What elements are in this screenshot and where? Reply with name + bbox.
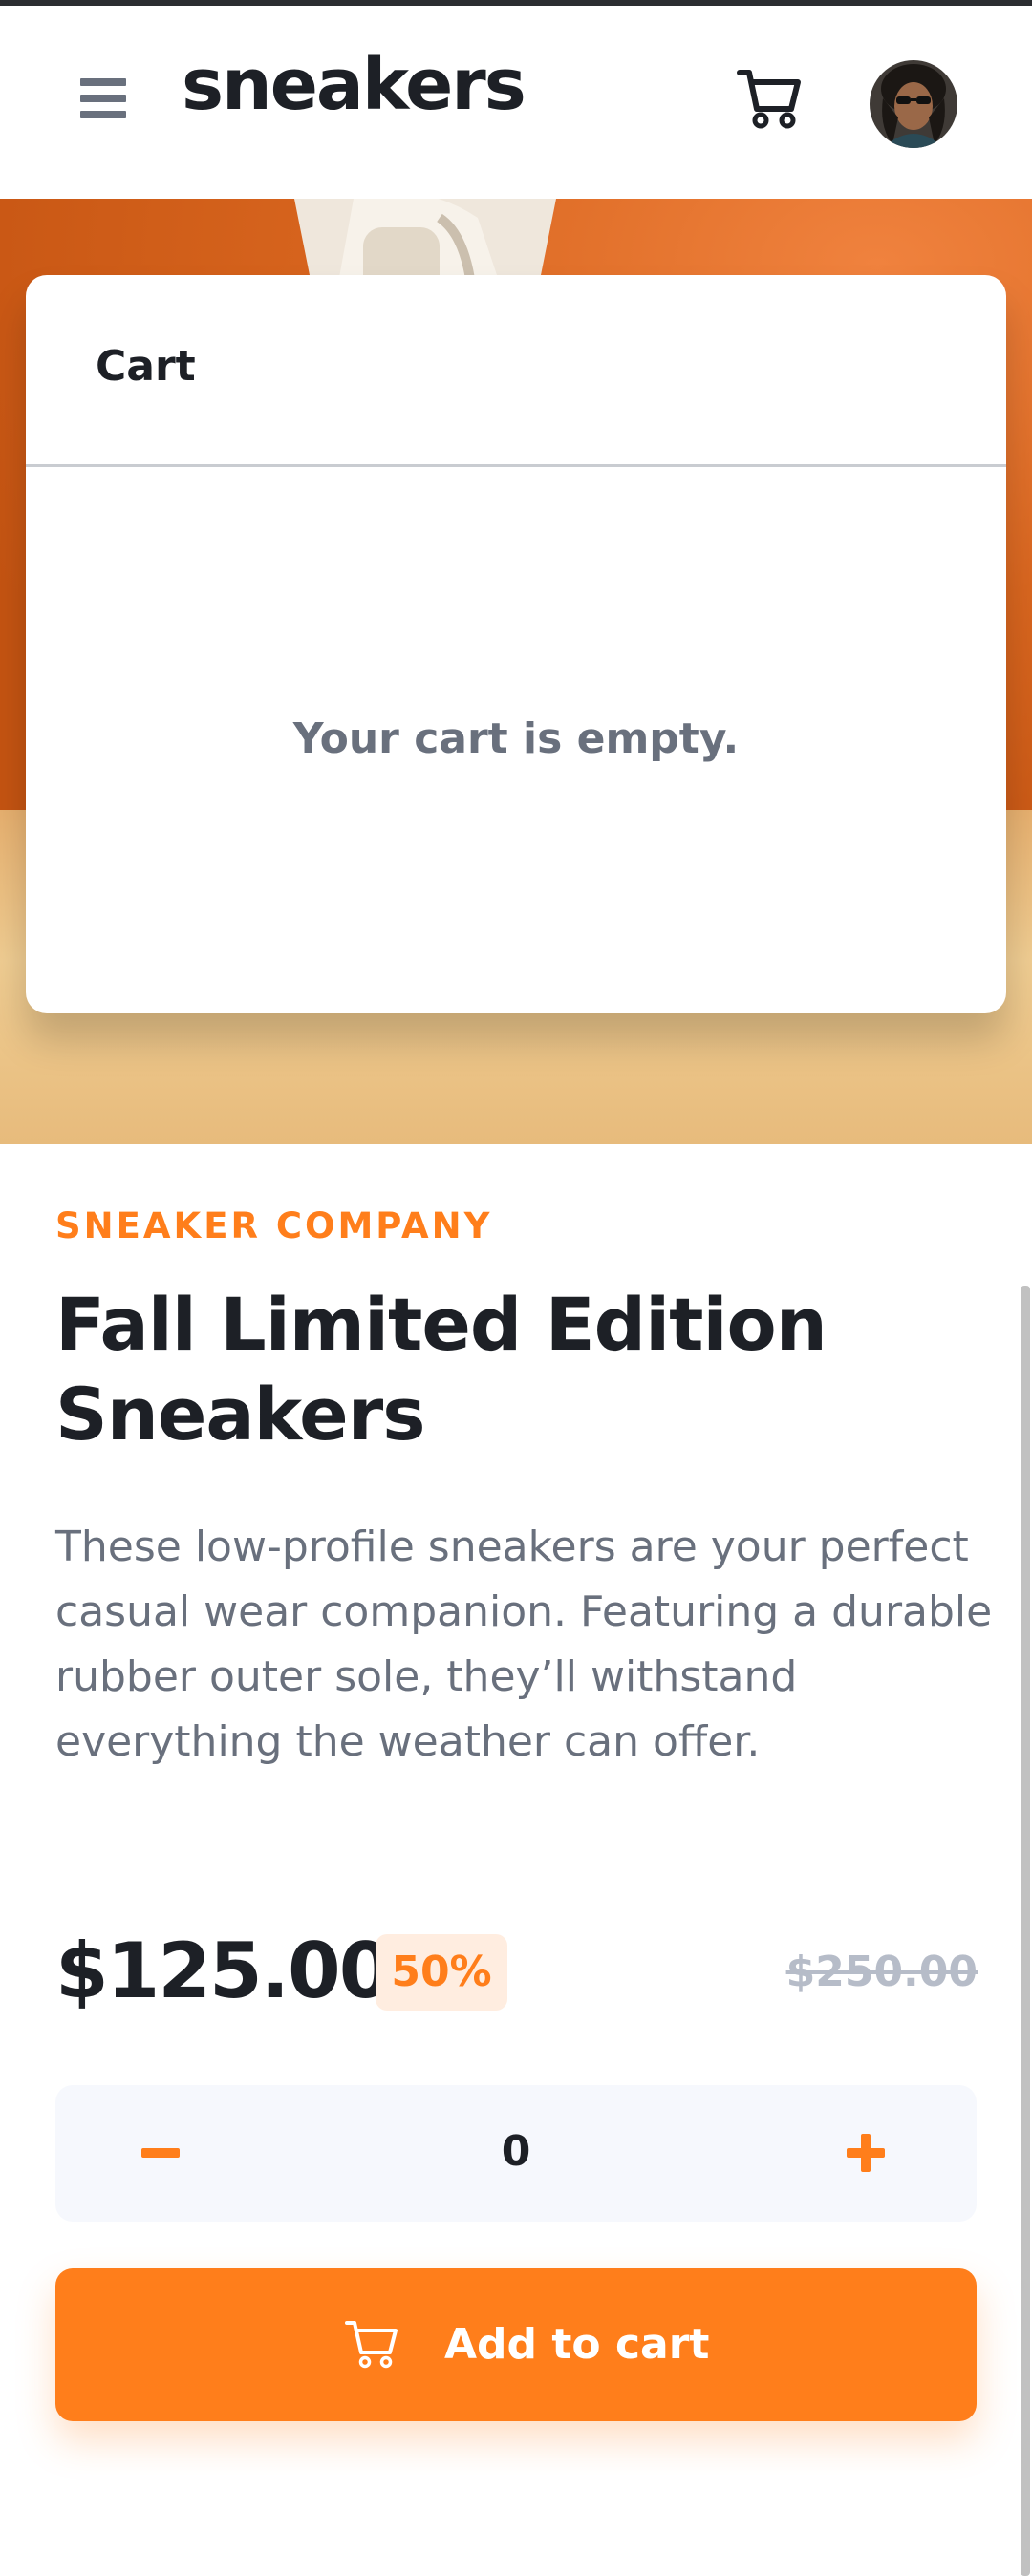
plus-icon[interactable]	[847, 2123, 906, 2182]
page-scrollbar[interactable]	[1021, 1286, 1030, 2576]
cart-empty-message: Your cart is empty.	[292, 714, 740, 763]
discount-badge: 50%	[376, 1934, 507, 2011]
product-description: These low-profile sneakers are your perf…	[55, 1522, 993, 1766]
user-avatar-icon	[870, 60, 957, 148]
cart-icon	[345, 2321, 398, 2369]
add-to-cart-label: Add to cart	[444, 2320, 710, 2369]
avatar[interactable]	[870, 60, 957, 148]
site-logo[interactable]: sneakers	[182, 50, 527, 120]
product-title: Fall Limited Edition Sneakers	[55, 1282, 828, 1457]
menu-button[interactable]	[80, 78, 126, 128]
cart-icon	[737, 70, 801, 129]
company-name: SNEAKER COMPANY	[55, 1205, 493, 1246]
cart-title: Cart	[96, 342, 196, 391]
hamburger-icon	[80, 78, 126, 118]
quantity-stepper: 0	[55, 2085, 977, 2222]
site-header: sneakers	[0, 6, 1032, 199]
add-to-cart-button[interactable]: Add to cart	[55, 2268, 977, 2421]
original-price: $250.00	[785, 1948, 978, 1996]
cart-popup: Cart Your cart is empty.	[26, 275, 1006, 1013]
current-price: $125.00	[55, 1927, 392, 2015]
cart-divider	[26, 464, 1006, 467]
cart-button[interactable]	[736, 67, 803, 130]
quantity-value: 0	[501, 2127, 531, 2176]
